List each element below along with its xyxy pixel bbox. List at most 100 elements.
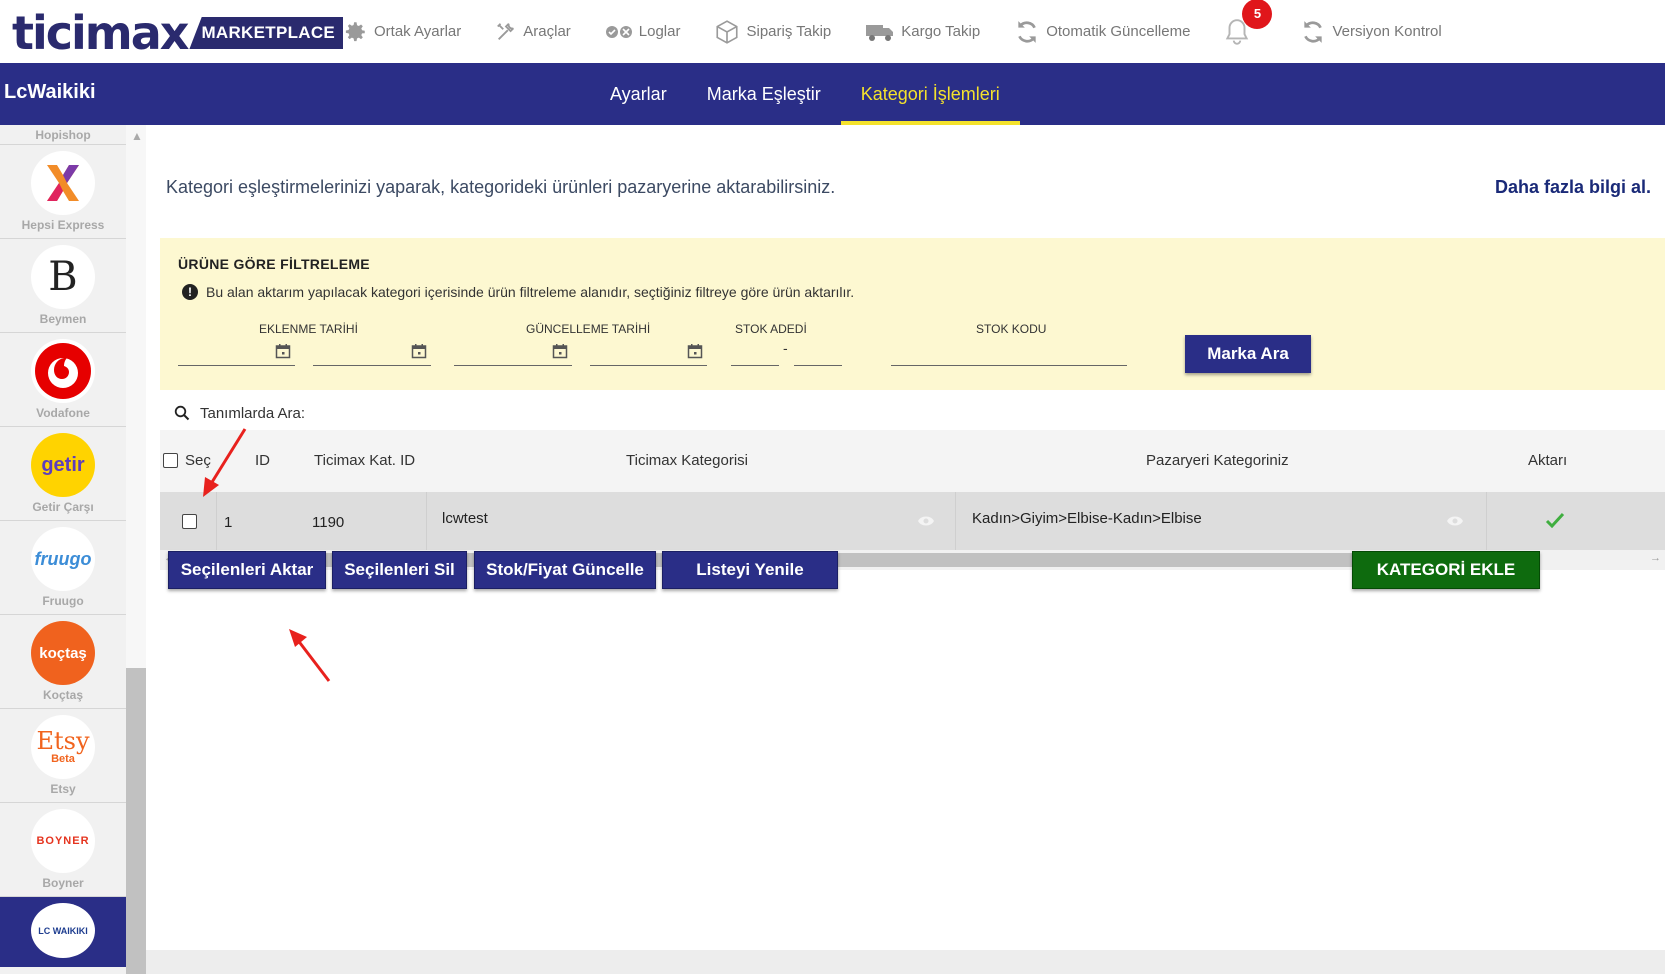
category-table: Seç ID Ticimax Kat. ID Ticimax Kategoris… [160, 430, 1665, 570]
boyner-logo-text: BOYNER [36, 835, 90, 847]
cell-id: 1 [224, 514, 233, 531]
refresh-list-button[interactable]: Listeyi Yenile [662, 551, 838, 589]
sidebar-item-label: Koçtaş [42, 688, 83, 702]
column-header-id: ID [255, 452, 270, 469]
added-date-end-input[interactable] [313, 336, 431, 366]
scroll-up-icon[interactable]: ▲ [131, 129, 143, 143]
calendar-icon[interactable] [275, 343, 291, 359]
stock-count-label: STOK ADEDİ [735, 322, 807, 336]
sidebar-item-fruugo[interactable]: fruugo Fruugo [0, 521, 126, 615]
beymen-logo: B [31, 245, 95, 309]
column-header-marketplace-category: Pazaryeri Kategoriniz [1146, 452, 1289, 469]
more-info-link[interactable]: Daha fazla bilgi al. [1495, 177, 1651, 198]
product-filter-panel: ÜRÜNE GÖRE FİLTRELEME ! Bu alan aktarım … [160, 238, 1665, 390]
sidebar-item-hopishop[interactable]: Hopishop [0, 125, 126, 145]
updated-date-label: GÜNCELLEME TARİHİ [526, 322, 651, 336]
definition-search: Tanımlarda Ara: [174, 393, 802, 433]
row-select-checkbox[interactable] [182, 514, 197, 529]
nav-label: Sipariş Takip [746, 23, 832, 40]
notifications-button[interactable]: 5 [1224, 0, 1273, 47]
add-category-button[interactable]: KATEGORİ EKLE [1352, 551, 1540, 589]
table-header: Seç ID Ticimax Kat. ID Ticimax Kategoris… [160, 430, 1665, 492]
sidebar-item-etsy[interactable]: Etsy Beta Etsy [0, 709, 126, 803]
truck-icon [866, 24, 894, 41]
action-bar: Seçilenleri Aktar Seçilenleri Sil Stok/F… [168, 551, 1658, 591]
sidebar-item-beymen[interactable]: B Beymen [0, 239, 126, 333]
sidebar-scrollbar-thumb[interactable] [126, 668, 146, 974]
updated-date-end-input[interactable] [590, 336, 707, 366]
range-separator: - [783, 340, 788, 356]
sidebar-item-getir[interactable]: getir Getir Çarşı [0, 427, 126, 521]
top-bar: ticimax MARKETPLACE Ortak Ayarlar Araçla… [0, 0, 1665, 63]
nav-label: Versiyon Kontrol [1332, 23, 1442, 40]
updated-date-start-input[interactable] [454, 336, 572, 366]
select-all-checkbox[interactable] [163, 453, 178, 468]
calendar-icon[interactable] [687, 343, 703, 359]
stock-count-min-input[interactable] [731, 336, 779, 366]
nav-siparis-takip[interactable]: Sipariş Takip [714, 19, 831, 45]
ticimax-logo[interactable]: ticimax MARKETPLACE [12, 6, 344, 60]
nav-label: Loglar [638, 23, 681, 40]
column-header-aktarim: Aktarı [1528, 452, 1568, 469]
tab-kategori-islemleri[interactable]: Kategori İşlemleri [840, 63, 1020, 125]
notification-badge: 5 [1242, 0, 1273, 29]
nav-label: Ortak Ayarlar [374, 23, 462, 40]
beymen-logo-text: B [48, 254, 78, 300]
vodafone-logo [31, 339, 95, 403]
eye-icon[interactable] [917, 515, 935, 527]
sidebar-item-label: Fruugo [42, 594, 84, 608]
marka-ara-button[interactable]: Marka Ara [1185, 335, 1311, 373]
getir-logo: getir [31, 433, 95, 497]
cell-marketplace-category: Kadın>Giyim>Elbise-Kadın>Elbise [972, 510, 1202, 527]
check-icon [1545, 512, 1565, 528]
sidebar-item-lcwaikiki[interactable]: LC WAIKIKI [0, 897, 126, 967]
koctas-logo: koçtaş [31, 621, 95, 685]
cell-ticimax-cat-id: 1190 [312, 514, 345, 531]
search-input[interactable] [311, 404, 802, 432]
stock-count-max-input[interactable] [794, 336, 842, 366]
sidebar-item-label: Etsy [50, 782, 76, 796]
added-date-start-input[interactable] [178, 336, 295, 366]
logo-text: ticimax [12, 6, 189, 60]
etsy-logo-text: Etsy [36, 727, 90, 755]
info-icon: ! [182, 284, 198, 300]
sidebar-item-boyner[interactable]: BOYNER Boyner [0, 803, 126, 897]
stock-code-label: STOK KODU [976, 322, 1047, 336]
tab-ayarlar[interactable]: Ayarlar [590, 63, 687, 125]
top-navigation: Ortak Ayarlar Araçlar Loglar Sipariş Tak… [342, 0, 1476, 63]
marketplace-list: Hopishop Hepsi Express B Beymen Vodafone… [0, 125, 126, 967]
eye-icon[interactable] [1446, 515, 1464, 527]
sidebar-item-label: Beymen [39, 312, 87, 326]
delete-selected-button[interactable]: Seçilenleri Sil [332, 551, 467, 589]
fruugo-logo: fruugo [31, 527, 95, 591]
nav-label: Kargo Takip [901, 23, 981, 40]
nav-otomatik-guncelleme[interactable]: Otomatik Güncelleme [1014, 19, 1190, 45]
tab-marka-eslestir[interactable]: Marka Eşleştir [687, 63, 841, 125]
getir-logo-text: getir [41, 453, 85, 476]
calendar-icon[interactable] [552, 343, 568, 359]
nav-loglar[interactable]: Loglar [605, 23, 681, 40]
stock-code-input[interactable] [891, 336, 1127, 366]
transfer-selected-button[interactable]: Seçilenleri Aktar [168, 551, 326, 589]
sidebar-item-vodafone[interactable]: Vodafone [0, 333, 126, 427]
nav-versiyon-kontrol[interactable]: Versiyon Kontrol [1300, 19, 1442, 45]
tools-icon [497, 22, 515, 40]
cell-ticimax-category: lcwtest [442, 510, 488, 527]
footer-band [146, 950, 1665, 974]
nav-kargo-takip[interactable]: Kargo Takip [865, 21, 980, 43]
sidebar-item-koctas[interactable]: koçtaş Koçtaş [0, 615, 126, 709]
hepsi-express-logo [31, 151, 95, 215]
nav-ortak-ayarlar[interactable]: Ortak Ayarlar [342, 19, 461, 45]
calendar-icon[interactable] [411, 343, 427, 359]
nav-araclar[interactable]: Araçlar [495, 21, 571, 43]
stock-price-update-button[interactable]: Stok/Fiyat Güncelle [474, 551, 656, 589]
table-row[interactable]: 1 1190 lcwtest Kadın>Giyim>Elbise-Kadın>… [160, 492, 1665, 550]
page-intro: Kategori eşleştirmelerinizi yaparak, kat… [166, 177, 836, 197]
sidebar-item-label: Hopishop [35, 127, 91, 142]
nav-label: Araçlar [523, 23, 571, 40]
fruugo-logo-text: fruugo [34, 548, 92, 569]
sidebar-item-hepsi-express[interactable]: Hepsi Express [0, 145, 126, 239]
gear-icon [345, 21, 365, 41]
main-header: LcWaikiki Ayarlar Marka Eşleştir Kategor… [0, 63, 1665, 125]
main-content: Kategori eşleştirmelerinizi yaparak, kat… [146, 125, 1665, 974]
